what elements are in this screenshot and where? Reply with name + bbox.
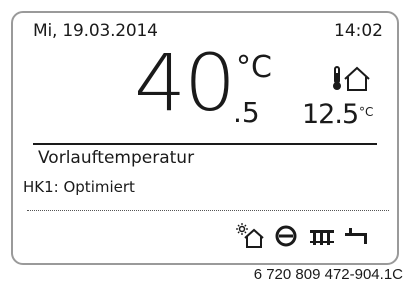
thermometer-house-icon	[333, 66, 370, 91]
sun-house-icon[interactable]	[236, 223, 266, 249]
main-temperature-unit: °C	[236, 50, 272, 85]
tap-water-icon[interactable]	[343, 223, 373, 249]
controller-display: Mi, 19.03.2014 14:02 40 °C .5 12.5 °C Vo…	[11, 11, 399, 265]
value-label: Vorlauftemperatur	[38, 148, 195, 168]
time-display: 14:02	[334, 21, 383, 41]
outdoor-temperature-unit: °C	[359, 105, 374, 119]
figure-reference: 6 720 809 472-904.1C	[253, 266, 403, 283]
date-display: Mi, 19.03.2014	[33, 21, 158, 41]
outdoor-temperature: 12.5	[302, 99, 359, 130]
main-temperature-decimal: .5	[233, 96, 260, 129]
main-temperature-integer: 40	[134, 39, 236, 129]
dotted-divider	[27, 210, 389, 211]
circle-mode-icon[interactable]	[273, 223, 303, 249]
radiator-icon[interactable]	[307, 223, 337, 249]
divider	[33, 143, 377, 145]
heating-circuit-status: HK1: Optimiert	[23, 178, 135, 196]
